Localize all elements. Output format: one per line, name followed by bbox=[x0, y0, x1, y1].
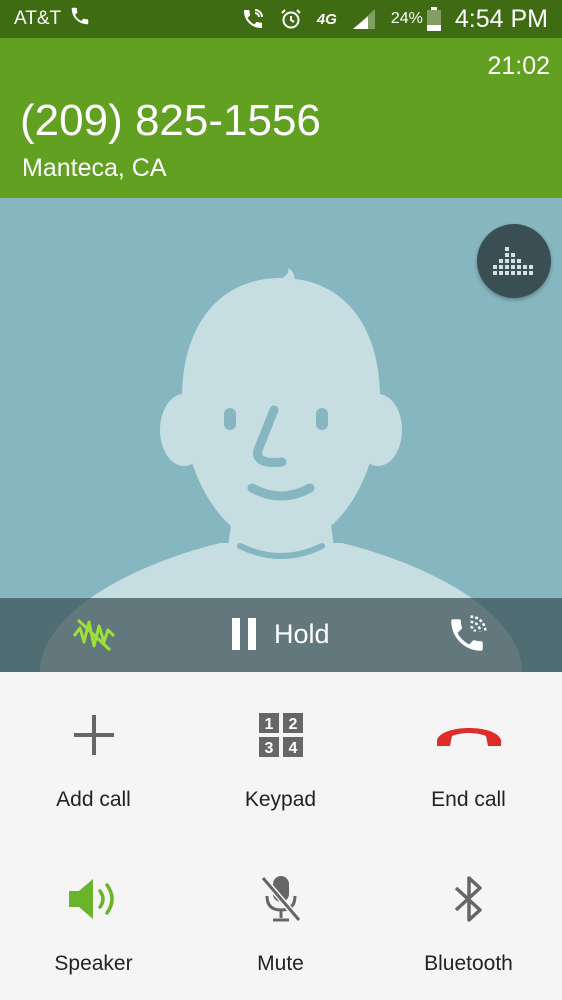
add-call-button[interactable]: Add call bbox=[0, 710, 187, 812]
equalizer-icon bbox=[493, 247, 533, 275]
end-call-label: End call bbox=[431, 788, 506, 811]
add-call-label: Add call bbox=[56, 788, 131, 811]
keypad-button[interactable]: 1 2 3 4 Keypad bbox=[187, 710, 374, 812]
network-type: 4G bbox=[316, 10, 337, 28]
call-duration: 21:02 bbox=[487, 52, 550, 80]
carrier-label: AT&T bbox=[14, 8, 62, 29]
bluetooth-button[interactable]: Bluetooth bbox=[375, 874, 562, 976]
battery-percent: 24% bbox=[390, 10, 423, 27]
call-header: 21:02 (209) 825-1556 Manteca, CA bbox=[0, 38, 562, 198]
wifi-call-icon bbox=[241, 7, 265, 31]
caller-location: Manteca, CA bbox=[22, 154, 167, 182]
mute-label: Mute bbox=[257, 952, 304, 975]
pause-icon bbox=[232, 618, 256, 650]
bluetooth-icon bbox=[454, 876, 482, 922]
speaker-label: Speaker bbox=[54, 952, 133, 975]
hold-label: Hold bbox=[274, 618, 330, 649]
keypad-label: Keypad bbox=[244, 788, 317, 811]
call-handoff-button[interactable] bbox=[445, 614, 489, 661]
status-bar: AT&T 4G 24% 4:54 PM bbox=[0, 0, 562, 38]
signal-icon bbox=[351, 8, 377, 30]
end-call-icon bbox=[436, 728, 501, 746]
hold-button[interactable]: Hold bbox=[232, 618, 330, 650]
mute-button[interactable]: Mute bbox=[187, 874, 374, 976]
keypad-digit: 2 bbox=[288, 716, 297, 733]
caller-number: (209) 825-1556 bbox=[20, 96, 321, 145]
keypad-digit: 1 bbox=[264, 716, 273, 733]
keypad-digit: 3 bbox=[264, 740, 273, 757]
mute-icon bbox=[260, 876, 301, 922]
alarm-icon bbox=[279, 7, 303, 31]
plus-icon bbox=[73, 715, 114, 755]
in-call-strip: Hold bbox=[0, 598, 562, 672]
phone-icon bbox=[69, 5, 91, 33]
end-call-button[interactable]: End call bbox=[375, 710, 562, 812]
bluetooth-label: Bluetooth bbox=[424, 952, 513, 975]
clock: 4:54 PM bbox=[454, 4, 548, 33]
sound-equalizer-button[interactable] bbox=[477, 224, 551, 298]
noise-reduction-icon bbox=[72, 618, 116, 652]
keypad-digit: 4 bbox=[288, 740, 297, 757]
battery-icon bbox=[426, 7, 441, 31]
noise-reduction-button[interactable] bbox=[72, 616, 116, 659]
speaker-button[interactable]: Speaker bbox=[0, 874, 187, 976]
call-handoff-icon bbox=[451, 615, 487, 651]
speaker-icon bbox=[68, 879, 114, 919]
call-controls: Add call 1 2 3 4 Keypad End call Speaker… bbox=[0, 672, 562, 1000]
keypad-icon: 1 2 3 4 bbox=[258, 713, 303, 757]
